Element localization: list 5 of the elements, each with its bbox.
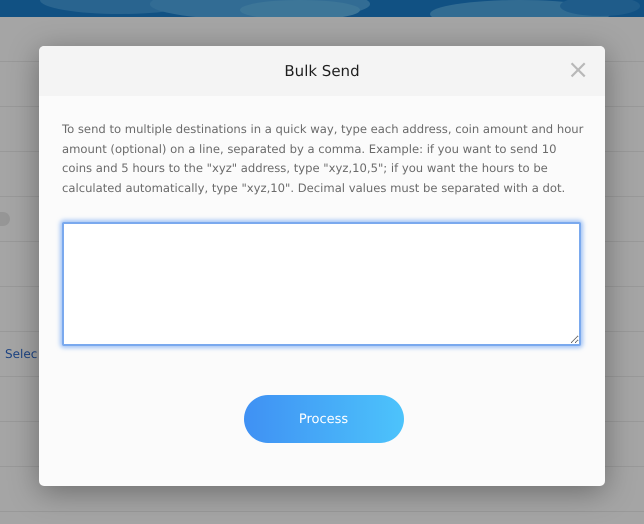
input-field[interactable] (62, 222, 581, 346)
select-link[interactable]: Selec (0, 347, 38, 361)
instructions-text: To send to multiple destinations in a quick way, type each address, coin amount and hour amount (optional) on a line, separated by a comma. Example: if you want to send 10 coins and 5 hours to the "xyz" address, type "xyz,10,5"; if you want the hours to be calculated automatically, type "xyz,10". Decimal values must be separated with a dot. (62, 121, 584, 196)
process-button[interactable]: Process (244, 395, 404, 443)
dialog-title: Bulk Send (284, 62, 360, 80)
